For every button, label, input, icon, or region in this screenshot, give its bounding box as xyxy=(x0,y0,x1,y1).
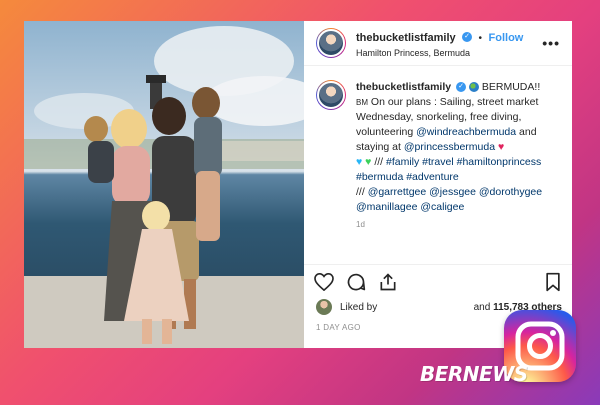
liker-avatar[interactable] xyxy=(316,299,332,315)
caption-username[interactable]: thebucketlistfamily xyxy=(356,81,451,93)
instagram-post: thebucketlistfamily ✓ • Follow Hamilton … xyxy=(24,21,572,348)
more-options-icon[interactable]: ••• xyxy=(542,35,560,51)
green-heart-icon: ♥ xyxy=(365,156,372,168)
hashtags[interactable]: #family #travel #hamiltonprincess #bermu… xyxy=(356,156,541,183)
caption-avatar[interactable] xyxy=(316,80,346,110)
credits-separator: /// xyxy=(356,186,365,198)
header-info: thebucketlistfamily ✓ • Follow Hamilton … xyxy=(356,28,542,58)
separator-dot: • xyxy=(478,33,483,44)
action-bar xyxy=(304,264,572,299)
username-link[interactable]: thebucketlistfamily xyxy=(356,32,456,44)
mention-windreach[interactable]: @windreachbermuda xyxy=(416,126,516,138)
avatar-image xyxy=(317,29,345,57)
family-photo-illustration xyxy=(24,26,304,348)
caption-block: thebucketlistfamily ✓ BERMUDA!! BM On ou… xyxy=(304,66,572,235)
post-sidebar: thebucketlistfamily ✓ • Follow Hamilton … xyxy=(304,21,572,348)
comment-icon[interactable] xyxy=(346,272,366,292)
globe-icon xyxy=(468,82,479,93)
caption-bm-prefix: BM xyxy=(356,98,368,107)
blue-heart-icon: ♥ xyxy=(356,156,363,168)
follow-button[interactable]: Follow xyxy=(489,32,524,44)
mention-princess[interactable]: @princessbermuda xyxy=(404,141,495,153)
heart-icon[interactable] xyxy=(314,273,334,291)
red-heart-icon: ♥ xyxy=(498,141,505,153)
bernews-watermark: BERNEWS xyxy=(420,362,528,386)
post-photo[interactable] xyxy=(24,21,304,348)
bookmark-icon[interactable] xyxy=(544,272,562,292)
location-link[interactable]: Hamilton Princess, Bermuda xyxy=(356,48,542,58)
caption-time-partial: 1d xyxy=(356,220,365,229)
caption-text: thebucketlistfamily ✓ BERMUDA!! BM On ou… xyxy=(356,80,560,235)
liked-and: and xyxy=(473,301,491,313)
caption-title: BERMUDA!! xyxy=(481,81,541,93)
post-timestamp[interactable]: 1 DAY AGO xyxy=(316,323,361,332)
profile-avatar[interactable] xyxy=(316,28,346,58)
credit-mentions[interactable]: @garrettgee @jessgee @dorothygee @manill… xyxy=(356,186,542,213)
caption-verified-icon: ✓ xyxy=(456,82,467,93)
share-icon[interactable] xyxy=(378,272,398,292)
liked-by-label: Liked by xyxy=(340,301,378,313)
hashtag-separator: /// xyxy=(374,156,384,168)
verified-icon: ✓ xyxy=(462,31,473,42)
caption-avatar-image xyxy=(317,81,345,109)
post-header: thebucketlistfamily ✓ • Follow Hamilton … xyxy=(304,21,572,66)
